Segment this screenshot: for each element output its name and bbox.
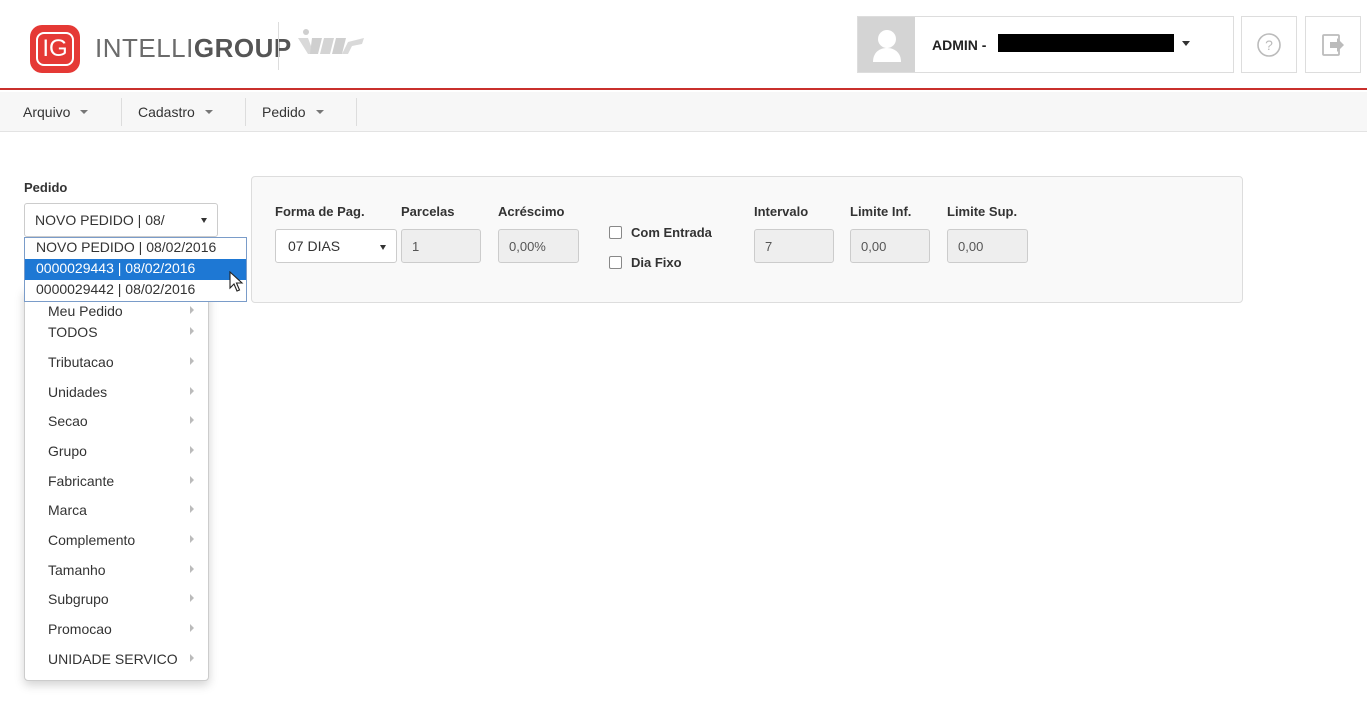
limite-sup-label: Limite Sup. [947,204,1018,219]
logout-button[interactable] [1305,16,1361,73]
payment-panel: Forma de Pag. 07 DIAS Parcelas 1 Acrésci… [251,176,1243,303]
help-icon: ? [1257,32,1281,57]
help-button[interactable]: ? [1241,16,1297,73]
user-avatar-icon [858,17,915,72]
category-item[interactable]: Unidades [25,377,208,407]
redacted-username [998,34,1174,52]
category-item[interactable]: TODOS [25,317,208,347]
chevron-right-icon [190,594,194,602]
checkbox-box[interactable] [609,256,622,269]
category-item-label: Subgrupo [48,591,109,607]
category-item[interactable]: Fabricante [25,466,208,496]
category-item-label: Unidades [48,384,108,400]
category-item-label: Complemento [48,532,136,548]
pedido-option[interactable]: NOVO PEDIDO | 08/02/2016 [25,238,246,259]
category-item-label: Grupo [48,443,87,459]
caret-down-icon [80,110,89,114]
category-item-label: Marca [48,502,87,518]
intervalo-field[interactable]: 7 [754,229,834,263]
checkbox-box[interactable] [609,226,622,239]
category-item[interactable]: Promocao [25,614,208,644]
category-item-label: TODOS [48,324,98,340]
menu-pedido-label: Pedido [262,104,306,120]
chevron-right-icon [190,387,194,395]
forma-pag-label: Forma de Pag. [275,204,365,219]
select-arrow-icon [380,245,386,250]
acrescimo-label: Acréscimo [498,204,565,219]
chevron-right-icon [190,535,194,543]
chevron-right-icon [190,357,194,365]
user-menu[interactable]: ADMIN - [857,16,1234,73]
chevron-right-icon [190,654,194,662]
forma-pag-value: 07 DIAS [288,238,341,254]
chevron-right-icon [190,624,194,632]
menu-divider [121,98,122,126]
category-item[interactable]: Tamanho [25,555,208,585]
acrescimo-field[interactable]: 0,00% [498,229,579,263]
com-entrada-checkbox[interactable]: Com Entrada [609,225,712,240]
com-entrada-label: Com Entrada [631,225,712,240]
parcelas-label: Parcelas [401,204,455,219]
category-item[interactable]: Subgrupo [25,584,208,614]
limite-sup-field[interactable]: 0,00 [947,229,1028,263]
pedido-option-highlighted[interactable]: 0000029443 | 08/02/2016 [25,259,246,280]
brand-name-light: INTELLI [95,33,194,63]
intervalo-label: Intervalo [754,204,809,219]
chevron-right-icon [190,505,194,513]
brand-logo-badge-text: IG [36,32,74,66]
category-item-label: Tamanho [48,562,106,578]
dia-fixo-label: Dia Fixo [631,255,682,270]
chevron-right-icon [190,306,194,314]
app-header: IG INTELLIGROUP ADMIN - ? [0,0,1367,90]
category-item-label: UNIDADE SERVICO [48,651,178,667]
logo-divider [278,22,279,70]
limite-inf-label: Limite Inf. [850,204,912,219]
pedido-options-list: NOVO PEDIDO | 08/02/2016 0000029443 | 08… [24,237,247,302]
menu-arquivo[interactable]: Arquivo [9,92,102,132]
logout-icon [1322,33,1344,56]
category-item-label: Promocao [48,621,112,637]
menu-arquivo-label: Arquivo [23,104,71,120]
category-item[interactable]: Marca [25,495,208,525]
forma-pag-select[interactable]: 07 DIAS [275,229,397,263]
category-item-label: Fabricante [48,473,115,489]
chevron-down-icon [1182,41,1190,46]
menu-cadastro-label: Cadastro [138,104,195,120]
parcelas-field[interactable]: 1 [401,229,481,263]
select-arrow-icon [201,218,207,223]
menu-divider [245,98,246,126]
chevron-right-icon [190,565,194,573]
pedido-label: Pedido [24,180,68,195]
menu-pedido[interactable]: Pedido [248,92,338,132]
dia-fixo-checkbox[interactable]: Dia Fixo [609,255,682,270]
category-menu: Meu Pedido TODOS Tributacao Unidades Sec… [24,288,209,681]
pedido-select-value: NOVO PEDIDO | 08/ [35,212,165,228]
category-item-label: Secao [48,413,88,429]
category-item[interactable]: UNIDADE SERVICO [25,644,208,674]
chevron-right-icon [190,446,194,454]
chevron-right-icon [190,476,194,484]
pedido-select[interactable]: NOVO PEDIDO | 08/ [24,203,218,237]
category-item[interactable]: Secao [25,406,208,436]
category-item[interactable]: Tributacao [25,347,208,377]
brand-name: INTELLIGROUP [95,33,292,64]
mouse-cursor-icon [229,271,244,292]
svg-text:?: ? [1265,37,1273,53]
limite-inf-field[interactable]: 0,00 [850,229,930,263]
category-item-label: Tributacao [48,354,114,370]
main-menubar: Arquivo Cadastro Pedido [0,92,1367,132]
caret-down-icon [204,110,213,114]
user-name-label: ADMIN - [932,37,987,53]
pedido-option[interactable]: 0000029442 | 08/02/2016 [25,280,246,301]
category-item[interactable]: Complemento [25,525,208,555]
menu-cadastro[interactable]: Cadastro [124,92,227,132]
chevron-right-icon [190,416,194,424]
menu-divider [356,98,357,126]
partner-logo [298,29,364,54]
chevron-right-icon [190,327,194,335]
category-item[interactable]: Grupo [25,436,208,466]
caret-down-icon [315,110,324,114]
brand-logo-badge: IG [30,25,80,73]
